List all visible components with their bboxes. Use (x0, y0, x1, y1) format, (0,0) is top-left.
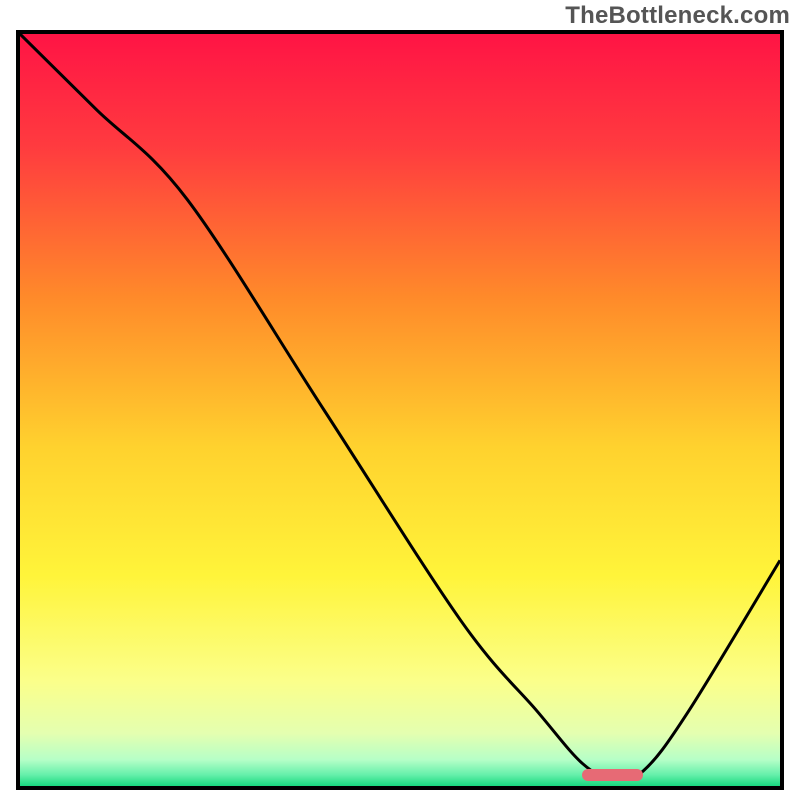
plot-area (20, 34, 780, 786)
watermark-label: TheBottleneck.com (565, 2, 790, 30)
chart-container: TheBottleneck.com (0, 0, 800, 800)
curve-layer (20, 34, 780, 786)
bottleneck-curve-path (20, 34, 780, 780)
optimal-range-marker (582, 769, 643, 781)
plot-frame (16, 30, 784, 790)
